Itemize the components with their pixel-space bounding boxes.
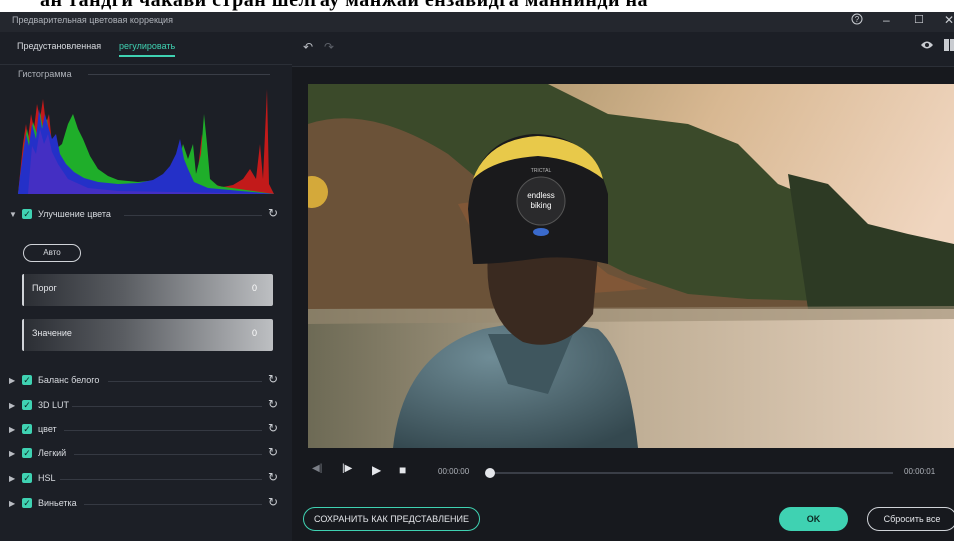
preview-toolbar: ↶ ↷ <box>292 32 954 67</box>
panel-tabs: Предустановленная регулировать <box>0 32 292 65</box>
section-vignette[interactable]: ▶ ✓ Виньетка ↻ <box>0 495 292 512</box>
reset-icon[interactable]: ↻ <box>268 495 278 509</box>
undo-icon[interactable]: ↶ <box>303 40 313 54</box>
checkbox-checked-icon[interactable]: ✓ <box>22 448 32 458</box>
section-label: 3D LUT <box>38 400 70 410</box>
divider <box>72 406 262 407</box>
step-forward-icon[interactable]: |▶ <box>342 463 352 474</box>
section-label: цвет <box>38 424 57 434</box>
reset-icon[interactable]: ↻ <box>268 397 278 411</box>
redo-icon: ↷ <box>324 40 335 54</box>
section-label: Баланс белого <box>38 375 100 385</box>
section-hsl[interactable]: ▶ ✓ HSL ↻ <box>0 470 292 487</box>
caption-text: ан тандги чакави стран шелгау манжаи енз… <box>40 0 649 11</box>
section-3d-lut[interactable]: ▶ ✓ 3D LUT ↻ <box>0 397 292 414</box>
adjust-panel: Предустановленная регулировать Гистограм… <box>0 32 292 541</box>
divider <box>124 215 262 216</box>
reset-all-button[interactable]: Сбросить все <box>867 507 954 531</box>
caption-strip: ан тандги чакави стран шелгау манжаи енз… <box>0 0 954 12</box>
reset-icon[interactable]: ↻ <box>268 445 278 459</box>
chevron-down-icon[interactable]: ▼ <box>9 210 17 219</box>
divider <box>84 504 262 505</box>
section-label: Улучшение цвета <box>38 209 111 219</box>
chevron-right-icon[interactable]: ▶ <box>9 376 15 385</box>
section-label: HSL <box>38 473 56 483</box>
section-label: Легкий <box>38 448 67 458</box>
chevron-right-icon[interactable]: ▶ <box>9 474 15 483</box>
step-back-icon[interactable]: ◀| <box>312 463 322 474</box>
section-label: Виньетка <box>38 498 77 508</box>
reset-icon[interactable]: ↻ <box>268 372 278 386</box>
end-time: 00:00:01 <box>904 467 936 476</box>
helmet-brand: TRICTAL <box>531 168 552 174</box>
chevron-right-icon[interactable]: ▶ <box>9 499 15 508</box>
minimize-icon[interactable]: – <box>883 13 890 27</box>
divider <box>108 381 262 382</box>
checkbox-checked-icon[interactable]: ✓ <box>22 375 32 385</box>
play-icon[interactable]: ▶ <box>372 463 381 477</box>
maximize-icon[interactable]: ☐ <box>914 13 924 26</box>
divider <box>60 479 262 480</box>
split-view-icon[interactable] <box>944 39 954 54</box>
chevron-right-icon[interactable]: ▶ <box>9 425 15 434</box>
chevron-right-icon[interactable]: ▶ <box>9 449 15 458</box>
section-light[interactable]: ▶ ✓ Легкий ↻ <box>0 445 292 462</box>
checkbox-checked-icon[interactable]: ✓ <box>22 498 32 508</box>
tab-preset[interactable]: Предустановленная <box>17 41 101 51</box>
chevron-right-icon[interactable]: ▶ <box>9 401 15 410</box>
reset-icon[interactable]: ↻ <box>268 470 278 484</box>
video-preview: endless biking TRICTAL <box>308 84 954 448</box>
helmet-text: biking <box>531 201 552 210</box>
tab-adjust[interactable]: регулировать <box>119 41 176 57</box>
svg-text:?: ? <box>855 15 860 24</box>
helmet-text: endless <box>527 191 555 200</box>
divider <box>88 74 270 75</box>
checkbox-checked-icon[interactable]: ✓ <box>22 209 32 219</box>
title-bar: Предварительная цветовая коррекция ? – ☐… <box>0 12 954 32</box>
section-color-enhancement[interactable]: ▼ ✓ Улучшение цвета ↻ <box>0 206 292 223</box>
section-color[interactable]: ▶ ✓ цвет ↻ <box>0 421 292 438</box>
divider <box>74 454 262 455</box>
preview-area: ↶ ↷ endless biking TRICTAL ◀| |▶ ▶ ■ 00:… <box>292 32 954 541</box>
stop-icon[interactable]: ■ <box>399 463 406 477</box>
save-as-preset-button[interactable]: СОХРАНИТЬ КАК ПРЕДСТАВЛЕНИЕ <box>303 507 480 531</box>
threshold-value: 0 <box>251 283 257 293</box>
timeline-track[interactable] <box>488 472 893 474</box>
threshold-slider[interactable]: Порог 0 <box>22 274 273 306</box>
histogram <box>18 84 274 194</box>
auto-button[interactable]: Авто <box>23 244 81 262</box>
threshold-label: Порог <box>32 283 57 293</box>
current-time: 00:00:00 <box>438 467 470 476</box>
help-circle-icon[interactable]: ? <box>851 13 863 28</box>
amount-value: 0 <box>251 328 257 338</box>
amount-slider[interactable]: Значение 0 <box>22 319 273 351</box>
close-icon[interactable]: ✕ <box>944 13 954 27</box>
eye-icon[interactable] <box>921 39 933 53</box>
timeline-handle[interactable] <box>485 468 495 478</box>
amount-label: Значение <box>32 328 72 338</box>
window-title: Предварительная цветовая коррекция <box>12 15 173 25</box>
reset-icon[interactable]: ↻ <box>268 421 278 435</box>
divider <box>64 430 262 431</box>
histogram-title: Гистограмма <box>18 69 72 79</box>
checkbox-checked-icon[interactable]: ✓ <box>22 424 32 434</box>
section-white-balance[interactable]: ▶ ✓ Баланс белого ↻ <box>0 372 292 389</box>
checkbox-checked-icon[interactable]: ✓ <box>22 400 32 410</box>
ok-button[interactable]: OK <box>779 507 848 531</box>
reset-icon[interactable]: ↻ <box>268 206 278 220</box>
checkbox-checked-icon[interactable]: ✓ <box>22 473 32 483</box>
